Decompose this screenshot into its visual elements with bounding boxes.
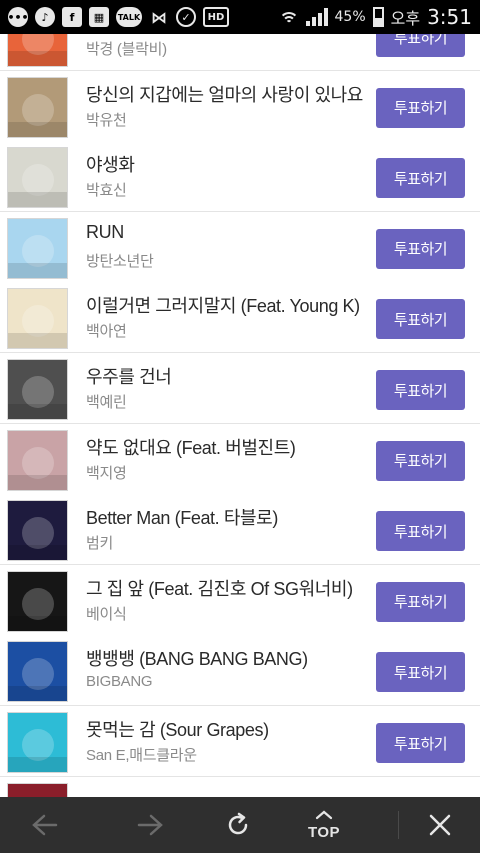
vote-button[interactable]: 투표하기 bbox=[376, 370, 465, 410]
bottom-toolbar: TOP bbox=[0, 797, 480, 853]
chat-bubble-icon: ••• bbox=[7, 7, 29, 27]
song-title[interactable]: 뱅뱅뱅 (BANG BANG BANG) bbox=[86, 645, 366, 671]
forward-button[interactable] bbox=[121, 797, 181, 853]
song-artist: 방탄소년단 bbox=[86, 252, 154, 270]
arrow-left-icon bbox=[32, 814, 58, 836]
battery-percent: 45% bbox=[334, 9, 366, 25]
song-title[interactable]: 그 집 앞 (Feat. 김진호 Of SG워너비) bbox=[86, 575, 366, 601]
song-artist: 백예린 bbox=[86, 394, 127, 411]
status-bar-right: 45% 오후 3:51 bbox=[278, 5, 472, 29]
song-row: 약도 없대요 (Feat. 버벌진트) 백지영 투표하기 bbox=[0, 423, 480, 495]
arrow-right-icon bbox=[137, 814, 163, 836]
close-icon bbox=[429, 814, 451, 836]
toolbar-divider bbox=[398, 811, 399, 839]
song-artist: 베이식 bbox=[86, 605, 127, 623]
music-note-icon: ♪ bbox=[35, 7, 55, 27]
battery-icon bbox=[372, 7, 384, 27]
song-row: 그 집 앞 (Feat. 김진호 Of SG워너비) 베이식 투표하기 bbox=[0, 564, 480, 636]
song-artist: BIGBANG bbox=[86, 673, 153, 691]
song-row: RUN 방탄소년단 투표하기 bbox=[0, 211, 480, 283]
song-title[interactable]: 이럴거면 그러지말지 (Feat. Young K) bbox=[86, 292, 366, 318]
clock-time: 3:51 bbox=[427, 5, 472, 29]
vote-button[interactable]: 투표하기 bbox=[376, 652, 465, 693]
vote-button[interactable]: 투표하기 bbox=[376, 228, 465, 269]
chevron-up-icon bbox=[315, 810, 333, 819]
album-art[interactable] bbox=[7, 712, 68, 773]
vote-button[interactable]: 투표하기 bbox=[376, 511, 465, 552]
status-bar: ••• ♪ f ▦ TALK ⋈ ✓ HD 45% 오후 3:51 bbox=[0, 0, 480, 34]
song-artist: 박경 (블락비) bbox=[86, 41, 167, 58]
status-bar-left: ••• ♪ f ▦ TALK ⋈ ✓ HD bbox=[7, 7, 229, 27]
song-title[interactable]: 약도 없대요 (Feat. 버벌진트) bbox=[86, 434, 366, 460]
vote-button[interactable]: 투표하기 bbox=[376, 723, 465, 763]
song-title[interactable]: 못먹는 감 (Sour Grapes) bbox=[86, 716, 366, 742]
album-art[interactable] bbox=[7, 217, 68, 279]
album-art[interactable] bbox=[7, 570, 68, 632]
album-art[interactable] bbox=[7, 288, 68, 350]
song-row: 야생화박효신 투표하기 bbox=[0, 141, 480, 213]
song-title[interactable]: Better Man (Feat. 타블로) bbox=[86, 504, 366, 530]
album-art[interactable] bbox=[7, 500, 68, 562]
album-art[interactable] bbox=[7, 641, 68, 703]
song-row: 이럴거면 그러지말지 (Feat. Young K) 백아연 투표하기 bbox=[0, 282, 480, 354]
back-button[interactable] bbox=[14, 797, 74, 853]
talk-icon: TALK bbox=[116, 7, 142, 27]
song-artist: 박유천 bbox=[86, 111, 127, 129]
song-title[interactable]: 야생화 bbox=[86, 151, 366, 177]
vote-button[interactable]: 투표하기 bbox=[376, 440, 465, 481]
song-row: Better Man (Feat. 타블로) 범키 투표하기 bbox=[0, 494, 480, 566]
album-art[interactable] bbox=[7, 429, 68, 491]
clock-ampm: 오후 bbox=[390, 9, 421, 28]
song-title[interactable]: 당신의 지갑에는 얼마의 사랑이 있나요 bbox=[86, 81, 366, 107]
alarm-icon: ✓ bbox=[176, 7, 196, 27]
song-row: 당신의 지갑에는 얼마의 사랑이 있나요박유천 투표하기 bbox=[0, 70, 480, 142]
facebook-icon: f bbox=[62, 7, 82, 27]
top-label: TOP bbox=[307, 823, 341, 841]
screen: ••• ♪ f ▦ TALK ⋈ ✓ HD 45% 오후 3:51 보통 연애 … bbox=[0, 0, 480, 853]
signal-icon bbox=[305, 8, 328, 26]
song-artist: 백아연 bbox=[86, 323, 127, 341]
vote-button[interactable]: 투표하기 bbox=[376, 581, 465, 622]
calendar-icon: ▦ bbox=[89, 7, 109, 27]
song-artist: San E,매드클라운 bbox=[86, 747, 197, 764]
song-row: 뱅뱅뱅 (BANG BANG BANG) BIGBANG 투표하기 bbox=[0, 635, 480, 707]
hd-voice-icon: HD bbox=[203, 7, 229, 27]
song-artist: 박효신 bbox=[86, 182, 127, 200]
mute-icon: ⋈ bbox=[151, 7, 167, 27]
wifi-icon bbox=[278, 8, 299, 26]
scroll-top-button[interactable]: TOP bbox=[294, 797, 354, 853]
album-art[interactable] bbox=[7, 147, 68, 209]
song-row: 우주를 건너백예린 투표하기 bbox=[0, 353, 480, 424]
refresh-button[interactable] bbox=[208, 797, 268, 853]
song-row: 못먹는 감 (Sour Grapes) San E,매드클라운 투표하기 bbox=[0, 706, 480, 777]
refresh-icon bbox=[228, 812, 248, 835]
close-button[interactable] bbox=[410, 797, 470, 853]
song-title[interactable]: RUN bbox=[86, 222, 366, 243]
vote-button[interactable]: 투표하기 bbox=[376, 299, 465, 340]
album-art[interactable] bbox=[7, 359, 68, 420]
song-artist: 범키 bbox=[86, 535, 114, 553]
album-art[interactable] bbox=[7, 76, 68, 138]
song-artist: 백지영 bbox=[86, 464, 127, 482]
vote-button[interactable]: 투표하기 bbox=[376, 87, 465, 128]
vote-button[interactable]: 투표하기 bbox=[376, 158, 465, 199]
song-title[interactable]: 우주를 건너 bbox=[86, 363, 366, 389]
